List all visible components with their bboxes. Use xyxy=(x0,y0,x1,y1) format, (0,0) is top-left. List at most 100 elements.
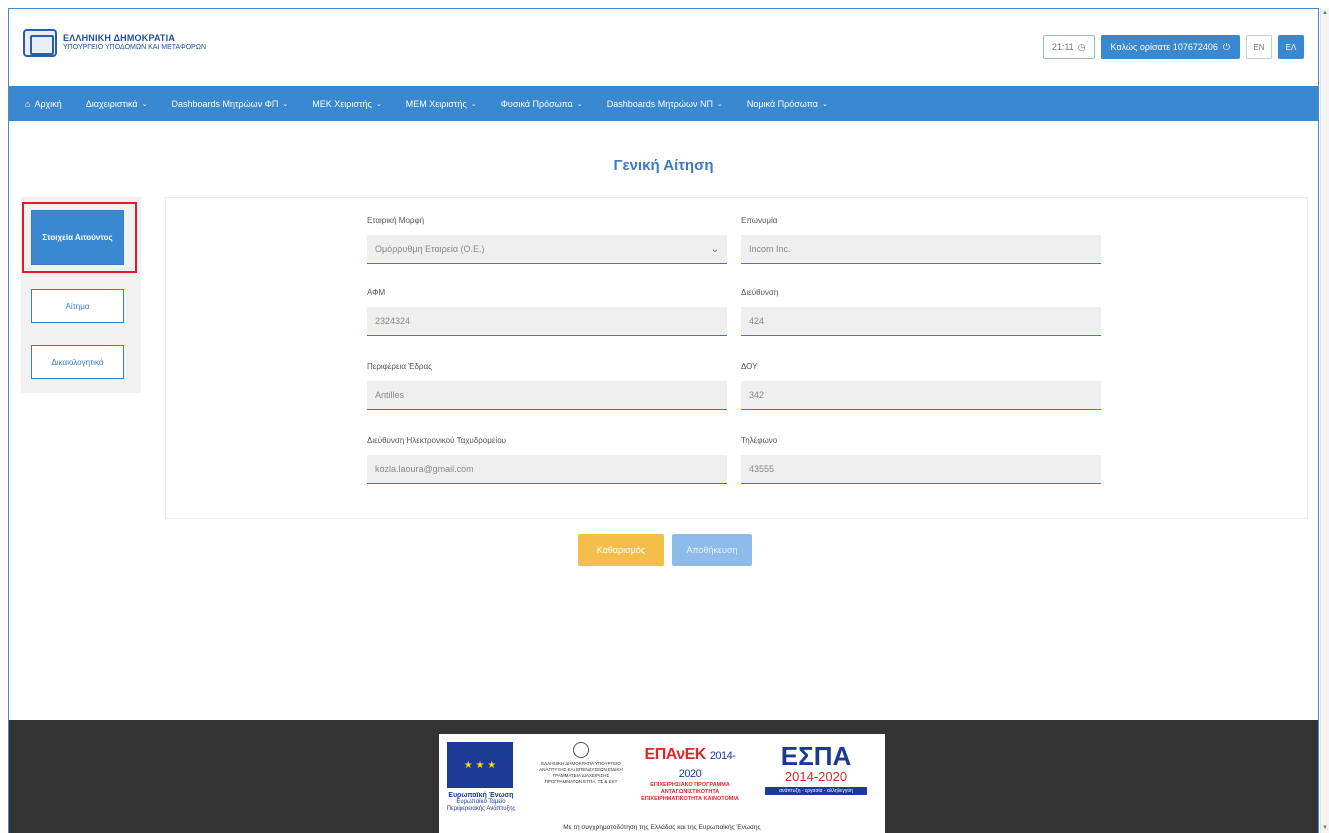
nav-dashboards-np[interactable]: Dashboards Μητρώων ΝΠ ⌄ xyxy=(607,99,723,109)
session-clock: 21:11 ◷ xyxy=(1042,35,1095,59)
org-subtitle: ΥΠΟΥΡΓΕΙΟ ΥΠΟΔΟΜΩΝ ΚΑΙ ΜΕΤΑΦΟΡΩΝ xyxy=(63,44,207,51)
input-value: Incom Inc. xyxy=(749,244,791,254)
tab-documents[interactable]: Δικαιολογητικά xyxy=(31,345,124,379)
input-value: Antilles xyxy=(375,390,405,400)
field-label: Εταιρική Μορφή xyxy=(367,216,425,225)
nav-home[interactable]: ⌂ Αρχική xyxy=(25,99,62,109)
nav-label: Διαχειριστικά xyxy=(85,98,138,109)
address-field: Διεύθυνση 424 xyxy=(741,288,1101,336)
email-field: Διεύθυνση Ηλεκτρονικού Ταχυδρομείου kozl… xyxy=(367,436,727,484)
nav-mem-operator[interactable]: ΜΕΜ Χειριστής ⌄ xyxy=(406,99,477,109)
nav-label: Dashboards Μητρώων ΝΠ xyxy=(606,98,713,109)
greek-ministry-block: ΕΛΛΗΝΙΚΗ ΔΗΜΟΚΡΑΤΙΑ ΥΠΟΥΡΓΕΙΟ ΑΝΑΠΤΥΞΗΣ … xyxy=(539,742,623,785)
region-input[interactable]: Antilles xyxy=(367,381,727,410)
input-value: 2324324 xyxy=(375,316,411,326)
chevron-down-icon: ⌄ xyxy=(141,100,148,108)
epanek-logo: ΕΠΑνΕΚ 2014-2020 ΕΠΙΧΕΙΡΗΣΙΑΚΟ ΠΡΟΓΡΑΜΜΑ… xyxy=(635,746,745,803)
logo-text: ΕΛΛΗΝΙΚΗ ΔΗΜΟΚΡΑΤΙΑ ΥΠΟΥΡΓΕΙΟ ΥΠΟΔΟΜΩΝ Κ… xyxy=(63,33,206,53)
clock-text: 21:11 xyxy=(1051,42,1074,52)
eu-fund-text: Ευρωπαϊκό Ταμείο Περιφερειακής Ανάπτυξης xyxy=(446,799,516,812)
top-header: ΕΛΛΗΝΙΚΗ ΔΗΜΟΚΡΑΤΙΑ ΥΠΟΥΡΓΕΙΟ ΥΠΟΔΟΜΩΝ Κ… xyxy=(9,9,1318,85)
tab-request[interactable]: Αίτημα xyxy=(31,289,124,323)
afm-field: ΑΦΜ 2324324 xyxy=(367,288,727,336)
company-type-select[interactable]: Ομόρρυθμη Εταιρεία (Ο.Ε.) ⌄ xyxy=(367,235,727,264)
lang-el-button[interactable]: ΕΛ xyxy=(1278,35,1304,59)
clock-icon: ◷ xyxy=(1077,41,1086,52)
nav-dashboards-fp[interactable]: Dashboards Μητρώων ΦΠ ⌄ xyxy=(171,99,288,109)
sponsor-banner: ★ ★ ★ Ευρωπαϊκή Ένωση Ευρωπαϊκό Ταμείο Π… xyxy=(439,734,885,833)
chevron-down-icon: ⌄ xyxy=(470,100,477,108)
scroll-down-icon[interactable]: ▼ xyxy=(1322,825,1328,831)
footer: ★ ★ ★ Ευρωπαϊκή Ένωση Ευρωπαϊκό Ταμείο Π… xyxy=(9,720,1318,833)
page-scrollbar[interactable]: ▲ ▼ xyxy=(1320,8,1329,833)
chevron-down-icon: ⌄ xyxy=(716,100,723,108)
phone-input[interactable]: 43555 xyxy=(741,455,1101,484)
nav-label: Αρχική xyxy=(34,98,62,109)
nav-mek-operator[interactable]: ΜΕΚ Χειριστής ⌄ xyxy=(312,99,381,109)
company-type-field: Εταιρική Μορφή Ομόρρυθμη Εταιρεία (Ο.Ε.)… xyxy=(367,216,727,264)
nav-administration[interactable]: Διαχειριστικά ⌄ xyxy=(86,99,148,109)
chevron-down-icon: ⌄ xyxy=(282,100,289,108)
epanek-title-row: ΕΠΑνΕΚ 2014-2020 xyxy=(635,746,745,782)
phone-field: Τηλέφωνο 43555 xyxy=(741,436,1101,484)
nav-legal-persons[interactable]: Νομικά Πρόσωπα ⌄ xyxy=(747,99,828,109)
chevron-down-icon: ⌄ xyxy=(576,100,583,108)
lang-en-button[interactable]: EN xyxy=(1246,35,1272,59)
scroll-up-icon[interactable]: ▲ xyxy=(1322,10,1328,16)
field-label: Διεύθυνση xyxy=(741,288,779,297)
field-label: ΔΟΥ xyxy=(741,362,758,371)
applicant-form: Εταιρική Μορφή Ομόρρυθμη Εταιρεία (Ο.Ε.)… xyxy=(165,197,1308,519)
espa-years: 2014-2020 xyxy=(784,769,848,784)
chevron-down-icon: ⌄ xyxy=(375,100,382,108)
afm-input[interactable]: 2324324 xyxy=(367,307,727,336)
nav-label: Φυσικά Πρόσωπα xyxy=(500,98,573,109)
espa-title: ΕΣΠΑ xyxy=(780,741,852,771)
nav-label: Dashboards Μητρώων ΦΠ xyxy=(171,98,279,109)
home-icon: ⌂ xyxy=(25,98,31,109)
region-field: Περιφέρεια Έδρας Antilles xyxy=(367,362,727,410)
espa-tagline: ανάπτυξη - εργασία - αλληλεγγύη xyxy=(765,787,867,795)
chevron-down-icon: ⌄ xyxy=(710,243,719,255)
input-value: kozla.laoura@gmail.com xyxy=(375,464,474,474)
field-label: ΑΦΜ xyxy=(367,288,386,297)
eu-caption: Ευρωπαϊκή Ένωση Ευρωπαϊκό Ταμείο Περιφερ… xyxy=(443,792,519,813)
input-value: 424 xyxy=(749,316,765,326)
eu-flag-icon: ★ ★ ★ xyxy=(447,742,513,788)
main-navbar: ⌂ Αρχική Διαχειριστικά ⌄ Dashboards Μητρ… xyxy=(9,86,1318,121)
page-title: Γενική Αίτηση xyxy=(613,157,714,174)
nav-natural-persons[interactable]: Φυσικά Πρόσωπα ⌄ xyxy=(501,99,583,109)
email-input[interactable]: kozla.laoura@gmail.com xyxy=(367,455,727,484)
chevron-down-icon: ⌄ xyxy=(822,100,828,108)
nav-label: Νομικά Πρόσωπα xyxy=(746,98,819,109)
greek-ministry-text: ΕΛΛΗΝΙΚΗ ΔΗΜΟΚΡΑΤΙΑ ΥΠΟΥΡΓΕΙΟ ΑΝΑΠΤΥΞΗΣ … xyxy=(539,761,623,784)
epanek-text: ΕΠΙΧΕΙΡΗΣΙΑΚΟ ΠΡΟΓΡΑΜΜΑ ΑΝΤΑΓΩΝΙΣΤΙΚΟΤΗΤ… xyxy=(641,782,739,802)
input-value: 342 xyxy=(749,390,765,400)
power-icon: ⏻ xyxy=(1222,41,1230,52)
user-menu-button[interactable]: Καλώς ορίσατε 107672406 ⏻ xyxy=(1100,35,1240,59)
org-title: ΕΛΛΗΝΙΚΗ ΔΗΜΟΚΡΑΤΙΑ xyxy=(63,33,176,43)
company-name-field: Επωνυμία Incom Inc. xyxy=(741,216,1101,264)
save-button[interactable]: Αποθήκευση xyxy=(672,534,752,566)
espa-logo: ΕΣΠΑ 2014-2020 ανάπτυξη - εργασία - αλλη… xyxy=(757,742,875,795)
input-value: 43555 xyxy=(749,464,775,474)
nav-label: ΜΕΚ Χειριστής xyxy=(312,98,372,109)
select-value: Ομόρρυθμη Εταιρεία (Ο.Ε.) xyxy=(375,244,485,254)
greek-emblem-icon xyxy=(573,742,589,758)
header-actions: 21:11 ◷ Καλώς ορίσατε 107672406 ⏻ EN ΕΛ xyxy=(1042,35,1304,59)
epanek-title: ΕΠΑνΕΚ xyxy=(644,746,707,763)
selection-highlight xyxy=(22,202,137,273)
company-name-input[interactable]: Incom Inc. xyxy=(741,235,1101,264)
app-window: ΕΛΛΗΝΙΚΗ ΔΗΜΟΚΡΑΤΙΑ ΥΠΟΥΡΓΕΙΟ ΥΠΟΔΟΜΩΝ Κ… xyxy=(8,8,1319,833)
welcome-text: Καλώς ορίσατε 107672406 xyxy=(1110,42,1218,52)
cofunding-text: Με τη συγχρηματοδότηση της Ελλάδας και τ… xyxy=(563,824,761,831)
address-input[interactable]: 424 xyxy=(741,307,1101,336)
field-label: Τηλέφωνο xyxy=(741,436,778,445)
field-label: Επωνυμία xyxy=(741,216,778,225)
field-label: Περιφέρεια Έδρας xyxy=(367,362,432,371)
field-label: Διεύθυνση Ηλεκτρονικού Ταχυδρομείου xyxy=(367,436,507,445)
ministry-logo[interactable]: ΕΛΛΗΝΙΚΗ ΔΗΜΟΚΡΑΤΙΑ ΥΠΟΥΡΓΕΙΟ ΥΠΟΔΟΜΩΝ Κ… xyxy=(23,29,206,57)
coat-of-arms-icon xyxy=(23,29,57,57)
doy-field: ΔΟΥ 342 xyxy=(741,362,1101,410)
doy-input[interactable]: 342 xyxy=(741,381,1101,410)
clear-button[interactable]: Καθαρισμός xyxy=(578,534,664,566)
